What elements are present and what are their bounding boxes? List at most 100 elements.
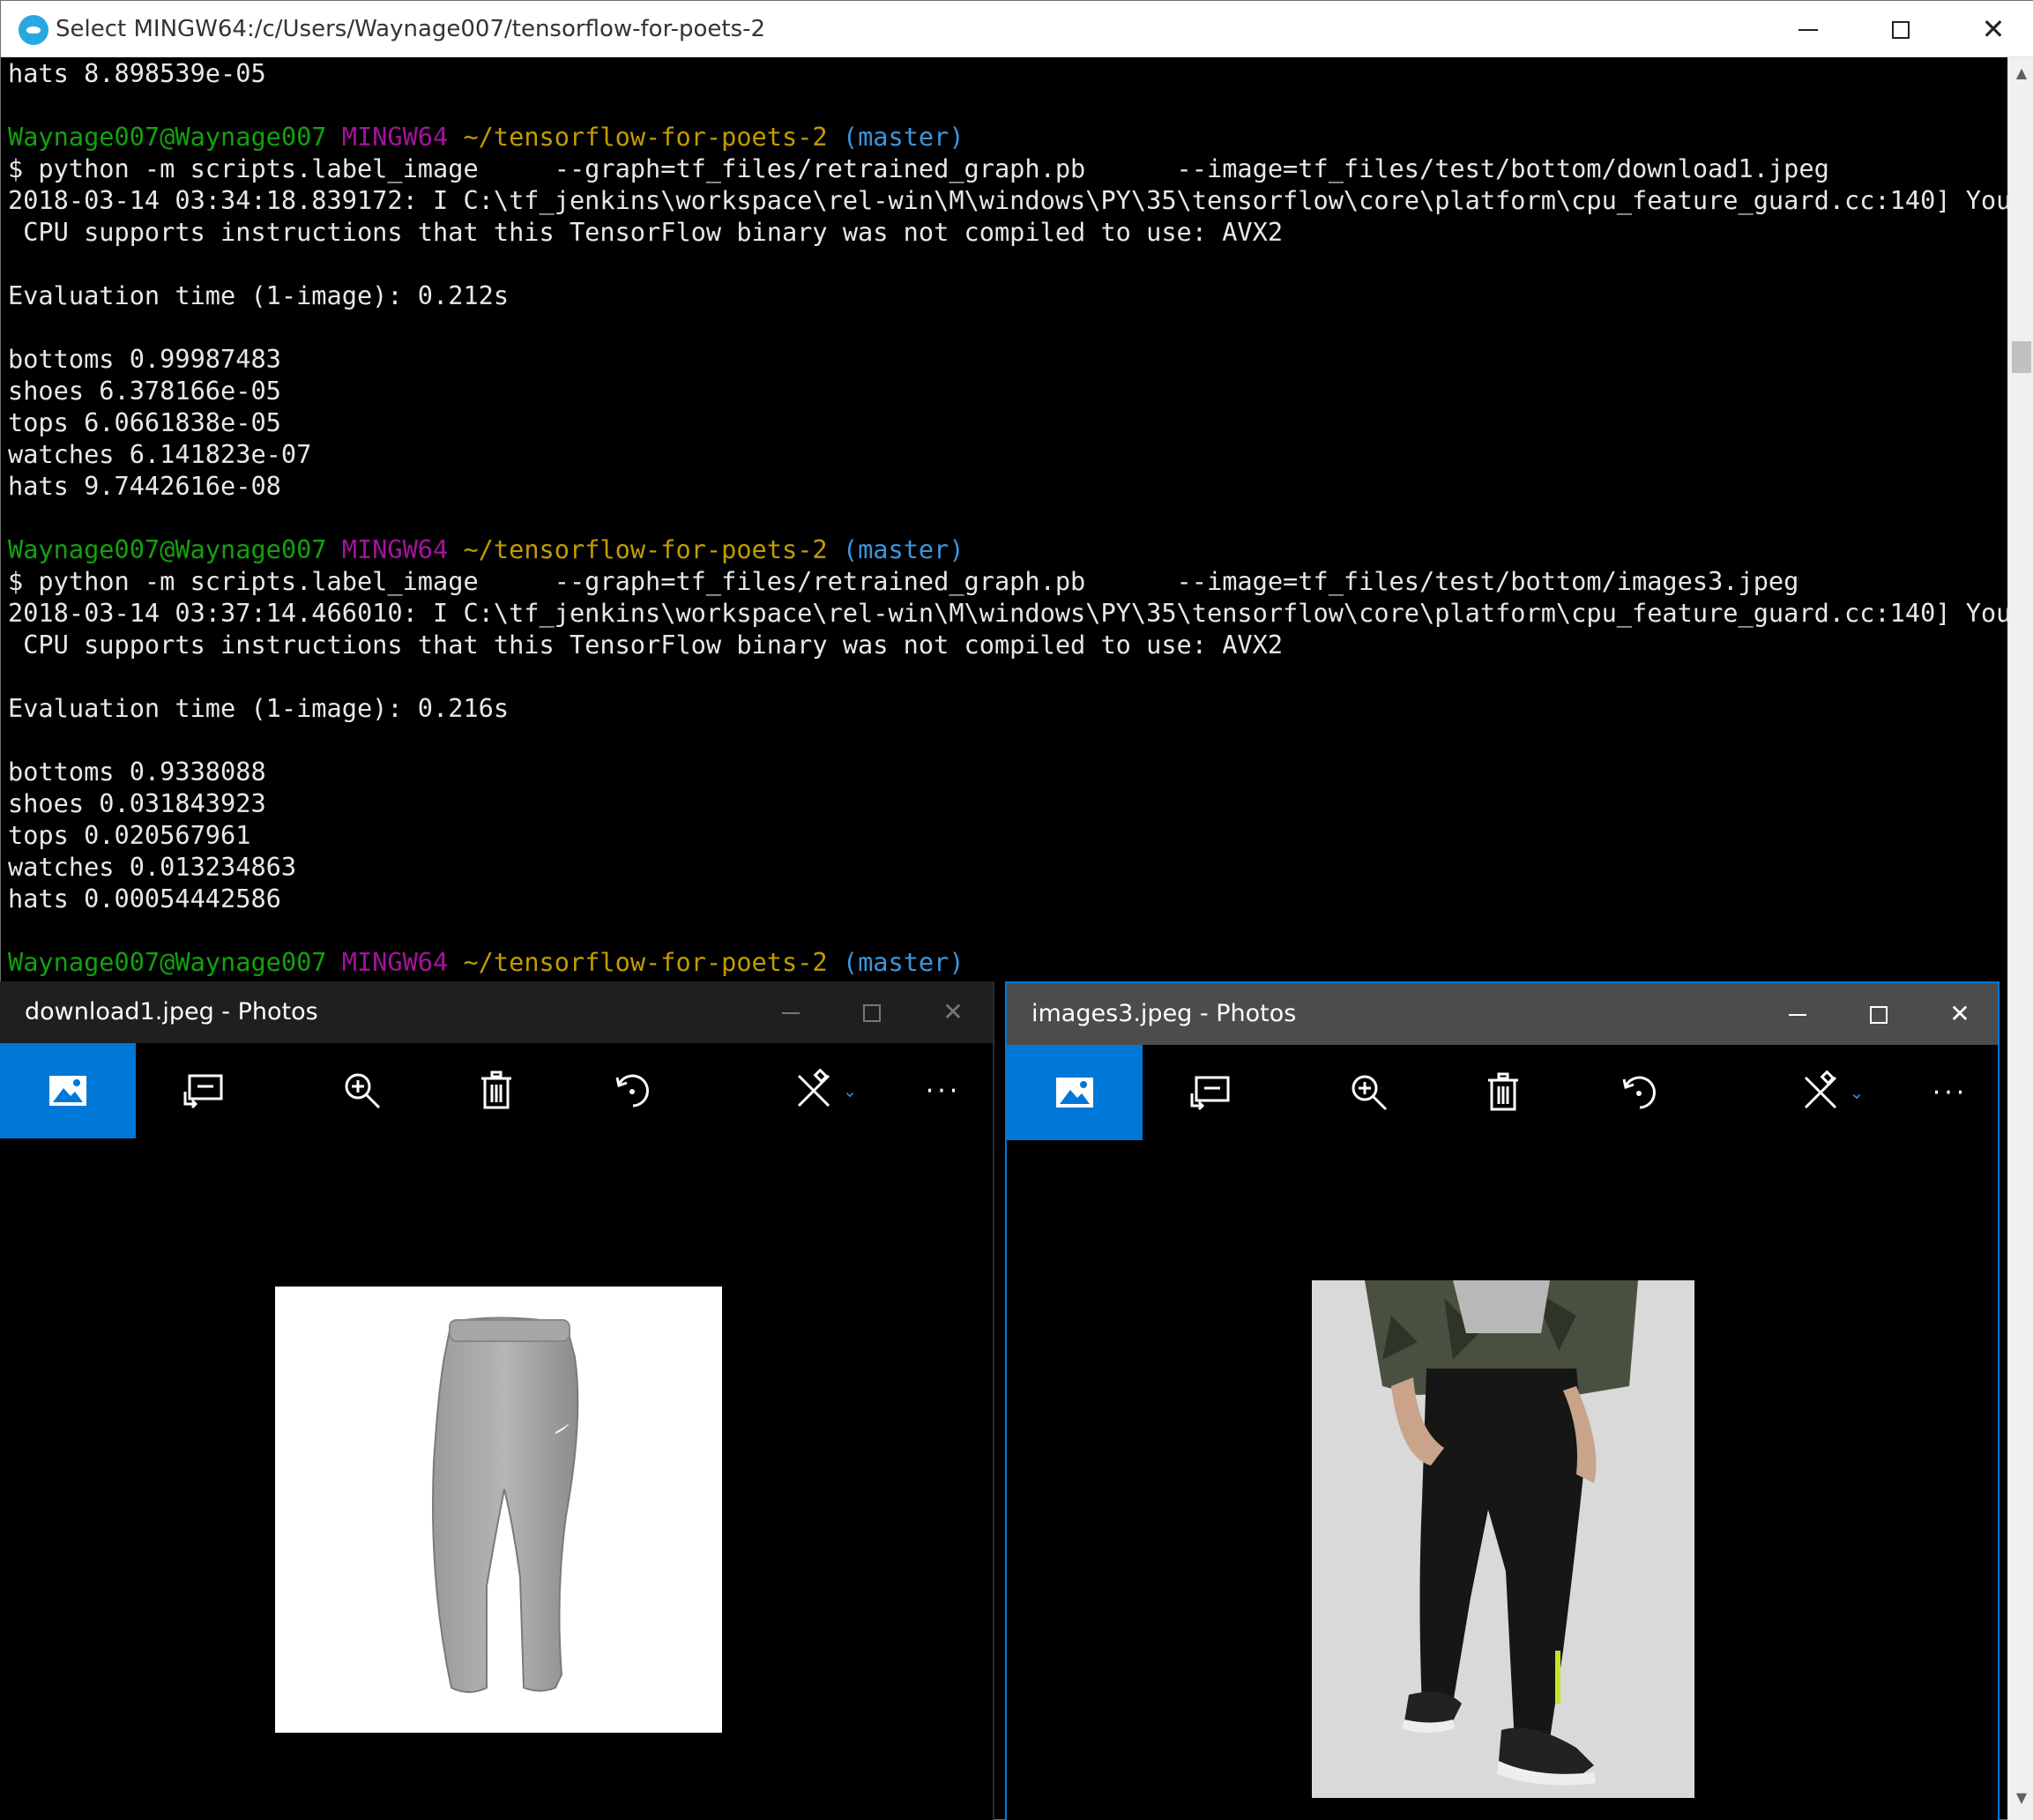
zoom-in-icon bbox=[1352, 1075, 1388, 1111]
terminal-line: hats 9.7442616e-08 bbox=[8, 471, 281, 501]
scrollbar-thumb[interactable] bbox=[2012, 341, 2031, 373]
terminal-prompt-line: Waynage007@Waynage007 MINGW64 ~/tensorfl… bbox=[8, 533, 2007, 565]
delete-icon bbox=[1488, 1072, 1518, 1111]
slideshow-icon bbox=[183, 1074, 223, 1109]
photos-titlebar[interactable]: images3.jpeg - Photos ✕ bbox=[1007, 983, 1998, 1045]
prompt-path: ~/tensorflow-for-poets-2 bbox=[463, 947, 828, 977]
maximize-button[interactable] bbox=[832, 981, 912, 1043]
close-icon: ✕ bbox=[1981, 12, 2006, 46]
close-button[interactable]: ✕ bbox=[1949, 1, 2033, 57]
slideshow-button[interactable] bbox=[155, 1043, 252, 1138]
zoom-in-icon bbox=[345, 1073, 381, 1109]
edit-create-button[interactable]: ⌄ bbox=[776, 1043, 873, 1138]
rotate-icon bbox=[1622, 1076, 1656, 1109]
close-icon: ✕ bbox=[1949, 999, 1970, 1028]
delete-button[interactable] bbox=[448, 1043, 545, 1138]
terminal-title: Select MINGW64:/c/Users/Waynage007/tenso… bbox=[56, 16, 766, 42]
minimize-button[interactable] bbox=[751, 981, 830, 1043]
minimize-button[interactable] bbox=[1758, 983, 1837, 1045]
terminal-line: 2018-03-14 03:37:14.466010: I C:\tf_jenk… bbox=[8, 598, 2007, 628]
terminal-line: shoes 0.031843923 bbox=[8, 788, 266, 818]
prompt-branch: (master) bbox=[842, 122, 964, 152]
terminal-line: tops 0.020567961 bbox=[8, 820, 251, 850]
terminal-prompt-line: Waynage007@Waynage007 MINGW64 ~/tensorfl… bbox=[8, 121, 2007, 153]
terminal-line: watches 6.141823e-07 bbox=[8, 439, 312, 469]
terminal-line: hats 8.898539e-05 bbox=[8, 58, 266, 88]
delete-button[interactable] bbox=[1455, 1045, 1552, 1140]
terminal-lines: hats 8.898539e-05 Waynage007@Waynage007 M… bbox=[8, 57, 2007, 978]
prompt-host: MINGW64 bbox=[341, 122, 449, 152]
prompt-path: ~/tensorflow-for-poets-2 bbox=[463, 534, 828, 564]
terminal-line: CPU supports instructions that this Tens… bbox=[8, 630, 1284, 660]
terminal-line: CPU supports instructions that this Tens… bbox=[8, 217, 1284, 247]
maximize-button[interactable] bbox=[1857, 1, 1945, 57]
terminal-line: hats 0.00054442586 bbox=[8, 884, 281, 914]
minimize-icon bbox=[1789, 1013, 1806, 1016]
terminal-line: 2018-03-14 03:34:18.839172: I C:\tf_jenk… bbox=[8, 185, 2007, 215]
terminal-line: bottoms 0.9338088 bbox=[8, 757, 266, 787]
slideshow-icon bbox=[1190, 1076, 1230, 1111]
rotate-icon bbox=[615, 1074, 649, 1108]
sweatpants-photo bbox=[275, 1287, 722, 1733]
terminal-line: tops 6.0661838e-05 bbox=[8, 407, 281, 437]
photos-title: images3.jpeg - Photos bbox=[1031, 1000, 1297, 1027]
mintty-app-icon bbox=[19, 15, 48, 45]
scroll-down-arrow-icon[interactable]: ▼ bbox=[2008, 1789, 2033, 1814]
edit-create-icon bbox=[797, 1069, 830, 1108]
terminal-titlebar[interactable]: Select MINGW64:/c/Users/Waynage007/tenso… bbox=[1, 1, 2033, 57]
vertical-scrollbar[interactable]: ▲ ▼ bbox=[2007, 57, 2033, 1820]
minimize-icon bbox=[1798, 28, 1818, 31]
view-button[interactable] bbox=[0, 1043, 136, 1138]
prompt-host: MINGW64 bbox=[341, 534, 449, 564]
maximize-icon bbox=[1870, 1005, 1888, 1024]
close-button[interactable]: ✕ bbox=[913, 981, 993, 1043]
edit-create-button[interactable]: ⌄ bbox=[1783, 1045, 1880, 1140]
slideshow-button[interactable] bbox=[1162, 1045, 1259, 1140]
photos-toolbar: ⌄ ··· bbox=[1007, 1045, 1998, 1140]
chevron-down-icon: ⌄ bbox=[1849, 1083, 1865, 1103]
terminal-line: $ python -m scripts.label_image --graph=… bbox=[8, 153, 1829, 183]
photos-titlebar[interactable]: download1.jpeg - Photos ✕ bbox=[0, 981, 993, 1043]
prompt-branch: (master) bbox=[842, 947, 964, 977]
terminal-line: watches 0.013234863 bbox=[8, 852, 297, 882]
zoom-in-button[interactable] bbox=[314, 1043, 411, 1138]
more-options-button[interactable]: ··· bbox=[899, 1043, 987, 1138]
view-icon bbox=[1056, 1078, 1093, 1108]
minimize-icon bbox=[782, 1011, 800, 1014]
edit-create-icon bbox=[1804, 1070, 1836, 1109]
maximize-button[interactable] bbox=[1839, 983, 1918, 1045]
minimize-button[interactable] bbox=[1764, 1, 1852, 57]
maximize-icon bbox=[863, 1003, 881, 1022]
view-icon bbox=[49, 1076, 86, 1106]
terminal-line: bottoms 0.99987483 bbox=[8, 344, 281, 374]
view-button[interactable] bbox=[1007, 1045, 1143, 1140]
rotate-button[interactable] bbox=[1590, 1045, 1687, 1140]
terminal-prompt-line: Waynage007@Waynage007 MINGW64 ~/tensorfl… bbox=[8, 946, 2007, 978]
terminal-line: shoes 6.378166e-05 bbox=[8, 376, 281, 406]
terminal-line: Evaluation time (1-image): 0.216s bbox=[8, 693, 510, 723]
close-icon: ✕ bbox=[942, 997, 964, 1026]
delete-icon bbox=[481, 1070, 511, 1109]
terminal-line: $ python -m scripts.label_image --graph=… bbox=[8, 566, 1799, 596]
zoom-in-button[interactable] bbox=[1321, 1045, 1418, 1140]
scroll-up-arrow-icon[interactable]: ▲ bbox=[2008, 64, 2033, 89]
photos-toolbar: ⌄ ··· bbox=[0, 1043, 993, 1138]
rotate-button[interactable] bbox=[584, 1043, 681, 1138]
prompt-user: Waynage007@Waynage007 bbox=[8, 534, 327, 564]
terminal-line: Evaluation time (1-image): 0.212s bbox=[8, 280, 510, 310]
prompt-path: ~/tensorflow-for-poets-2 bbox=[463, 122, 828, 152]
more-options-button[interactable]: ··· bbox=[1906, 1045, 1994, 1140]
close-button[interactable]: ✕ bbox=[1920, 983, 1999, 1045]
maximize-icon bbox=[1892, 20, 1910, 39]
chevron-down-icon: ⌄ bbox=[842, 1081, 858, 1101]
black-pants-photo bbox=[1312, 1280, 1694, 1798]
prompt-branch: (master) bbox=[842, 534, 964, 564]
photos-title: download1.jpeg - Photos bbox=[25, 998, 318, 1026]
